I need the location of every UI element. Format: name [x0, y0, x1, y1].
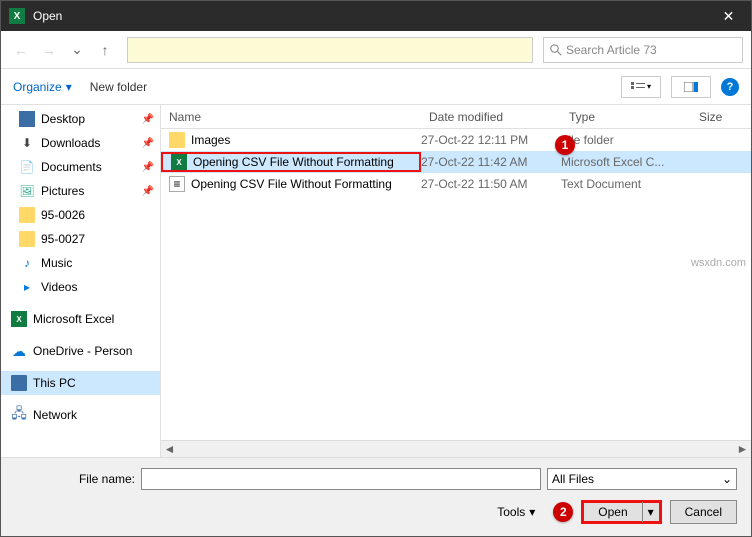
file-row[interactable]: XOpening CSV File Without Formatting27-O…: [161, 151, 751, 173]
folder-icon: [19, 207, 35, 223]
dropdown-icon: ▾: [66, 80, 72, 94]
search-placeholder: Search Article 73: [566, 43, 657, 57]
folder-icon: [19, 231, 35, 247]
titlebar: X Open ✕: [1, 1, 751, 31]
watermark: wsxdn.com: [691, 257, 746, 269]
scroll-left[interactable]: ◄: [161, 441, 178, 458]
callout-1: 1: [555, 135, 575, 155]
file-row[interactable]: ≡Opening CSV File Without Formatting27-O…: [161, 173, 751, 195]
search-icon: [550, 44, 562, 56]
footer: File name: All Files ⌄ Tools ▾ 2 Open ▾ …: [1, 457, 751, 536]
file-row[interactable]: Images27-Oct-22 12:11 PMFile folder: [161, 129, 751, 151]
callout-2: 2: [553, 502, 573, 522]
search-input[interactable]: Search Article 73: [543, 37, 743, 63]
back-button[interactable]: ←: [9, 38, 33, 62]
preview-icon: [684, 82, 698, 92]
col-name[interactable]: Name: [161, 110, 421, 124]
sidebar-item-music[interactable]: ♪Music: [1, 251, 160, 275]
tools-dropdown[interactable]: Tools ▾: [497, 505, 535, 519]
pic-icon: 🖼: [19, 183, 35, 199]
sidebar-item-downloads[interactable]: ⬇Downloads📌: [1, 131, 160, 155]
excel-icon: X: [171, 154, 187, 170]
close-button[interactable]: ✕: [706, 1, 751, 31]
window-title: Open: [33, 9, 706, 23]
col-type[interactable]: Type: [561, 110, 691, 124]
toolbar: Organize ▾ New folder ▾ ?: [1, 69, 751, 105]
address-bar[interactable]: [127, 37, 533, 63]
sidebar-item-95-0026[interactable]: 95-0026: [1, 203, 160, 227]
horizontal-scrollbar[interactable]: ◄ ►: [161, 440, 751, 457]
sidebar-item-this-pc[interactable]: This PC: [1, 371, 160, 395]
music-icon: ♪: [19, 255, 35, 271]
filename-input[interactable]: [141, 468, 541, 490]
organize-button[interactable]: Organize ▾: [13, 80, 72, 94]
cancel-button[interactable]: Cancel: [670, 500, 737, 524]
pin-icon: 📌: [142, 138, 154, 149]
pin-icon: 📌: [142, 186, 154, 197]
navigation-bar: ← → ⌄ ↑ Search Article 73: [1, 31, 751, 69]
dropdown-icon: ▾: [529, 505, 535, 519]
preview-pane-button[interactable]: [671, 76, 711, 98]
new-folder-button[interactable]: New folder: [90, 80, 147, 94]
recent-dropdown[interactable]: ⌄: [65, 38, 89, 62]
up-button[interactable]: ↑: [93, 38, 117, 62]
open-dialog: X Open ✕ ← → ⌄ ↑ Search Article 73 Organ…: [0, 0, 752, 537]
forward-button[interactable]: →: [37, 38, 61, 62]
sidebar-item-onedrive---person[interactable]: ☁OneDrive - Person: [1, 339, 160, 363]
cloud-icon: ☁: [11, 343, 27, 359]
file-pane: Name Date modified Type Size 1 Images27-…: [161, 105, 751, 457]
scroll-right[interactable]: ►: [734, 441, 751, 458]
col-size[interactable]: Size: [691, 110, 751, 124]
folder-icon: [169, 132, 185, 148]
sidebar-item-microsoft-excel[interactable]: XMicrosoft Excel: [1, 307, 160, 331]
excel-icon: X: [11, 311, 27, 327]
video-icon: ▸: [19, 279, 35, 295]
dropdown-icon: ⌄: [722, 472, 732, 486]
sidebar-item-95-0027[interactable]: 95-0027: [1, 227, 160, 251]
txt-icon: ≡: [169, 176, 185, 192]
sidebar-item-pictures[interactable]: 🖼Pictures📌: [1, 179, 160, 203]
open-button[interactable]: Open ▾: [581, 500, 661, 524]
pin-icon: 📌: [142, 114, 154, 125]
file-filter-select[interactable]: All Files ⌄: [547, 468, 737, 490]
help-button[interactable]: ?: [721, 78, 739, 96]
excel-app-icon: X: [9, 8, 25, 24]
doc-icon: 📄: [19, 159, 35, 175]
col-date[interactable]: Date modified: [421, 110, 561, 124]
file-list: 1 Images27-Oct-22 12:11 PMFile folderXOp…: [161, 129, 751, 440]
monitor-icon: [11, 375, 27, 391]
sidebar-item-videos[interactable]: ▸Videos: [1, 275, 160, 299]
net-icon: 🖧: [11, 407, 27, 423]
sidebar-item-desktop[interactable]: Desktop📌: [1, 107, 160, 131]
dialog-body: Desktop📌⬇Downloads📌📄Documents📌🖼Pictures📌…: [1, 105, 751, 457]
open-split-dropdown[interactable]: ▾: [643, 502, 659, 522]
list-view-icon: [631, 82, 645, 92]
column-headers: Name Date modified Type Size: [161, 105, 751, 129]
view-mode-button[interactable]: ▾: [621, 76, 661, 98]
filename-label: File name:: [15, 472, 135, 486]
pin-icon: 📌: [142, 162, 154, 173]
sidebar-item-documents[interactable]: 📄Documents📌: [1, 155, 160, 179]
sidebar: Desktop📌⬇Downloads📌📄Documents📌🖼Pictures📌…: [1, 105, 161, 457]
sidebar-item-network[interactable]: 🖧Network: [1, 403, 160, 427]
desktop-icon: [19, 111, 35, 127]
download-icon: ⬇: [19, 135, 35, 151]
